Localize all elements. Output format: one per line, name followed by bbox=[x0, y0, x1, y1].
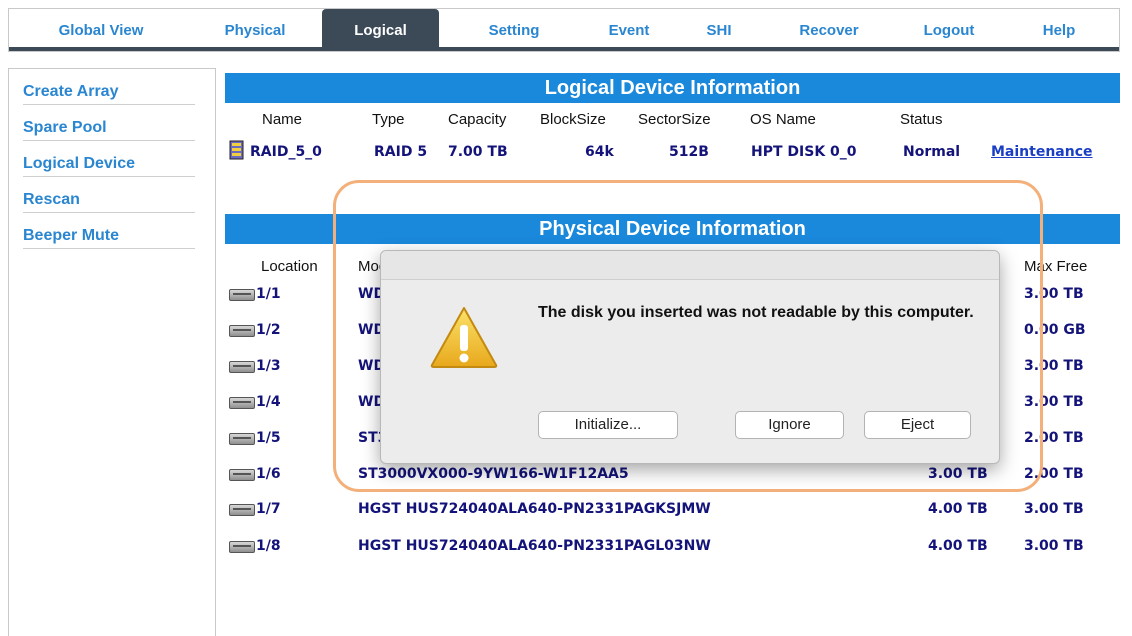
physical-location[interactable]: 1/6 bbox=[256, 466, 281, 482]
tab-global-view[interactable]: Global View bbox=[31, 9, 171, 49]
col-capacity: Capacity bbox=[448, 111, 507, 128]
top-nav: Global View Physical Logical Setting Eve… bbox=[8, 8, 1120, 52]
maintenance-link[interactable]: Maintenance bbox=[991, 144, 1093, 160]
disk-icon bbox=[229, 325, 255, 337]
tab-recover[interactable]: Recover bbox=[774, 9, 884, 49]
physical-model: HGST HUS724040ALA640-PN2331PAGKSJMW bbox=[358, 501, 711, 517]
col-sectorsize: SectorSize bbox=[638, 111, 711, 128]
physical-location[interactable]: 1/2 bbox=[256, 322, 281, 338]
physical-maxfree: 3.00 TB bbox=[1024, 501, 1084, 517]
tab-physical[interactable]: Physical bbox=[205, 9, 305, 49]
tab-help[interactable]: Help bbox=[1019, 9, 1099, 49]
physical-location[interactable]: 1/1 bbox=[256, 286, 281, 302]
col-status: Status bbox=[900, 111, 943, 128]
logical-type: RAID 5 bbox=[374, 144, 428, 160]
sidebar-item-logical-device[interactable]: Logical Device bbox=[23, 141, 195, 177]
disk-icon bbox=[229, 541, 255, 553]
tab-setting[interactable]: Setting bbox=[459, 9, 569, 49]
dialog-message: The disk you inserted was not readable b… bbox=[538, 304, 974, 321]
sidebar-item-beeper-mute[interactable]: Beeper Mute bbox=[23, 213, 195, 249]
sidebar-item-spare-pool[interactable]: Spare Pool bbox=[23, 105, 195, 141]
logical-status: Normal bbox=[903, 144, 961, 160]
physical-capacity: 4.00 TB bbox=[928, 501, 988, 517]
disk-unreadable-dialog: The disk you inserted was not readable b… bbox=[380, 250, 1000, 464]
physical-capacity: 4.00 TB bbox=[928, 538, 988, 554]
col-location: Location bbox=[261, 258, 318, 275]
logical-blocksize: 64k bbox=[585, 144, 614, 160]
logical-sectorsize: 512B bbox=[669, 144, 709, 160]
tab-logout[interactable]: Logout bbox=[899, 9, 999, 49]
initialize-button[interactable]: Initialize... bbox=[538, 411, 678, 439]
logical-osname: HPT DISK 0_0 bbox=[751, 144, 857, 160]
disk-icon bbox=[229, 361, 255, 373]
logical-device-header: Logical Device Information bbox=[225, 73, 1120, 103]
sidebar-item-rescan[interactable]: Rescan bbox=[23, 177, 195, 213]
ignore-button[interactable]: Ignore bbox=[735, 411, 844, 439]
disk-icon bbox=[229, 433, 255, 445]
logical-capacity: 7.00 TB bbox=[448, 144, 508, 160]
physical-location[interactable]: 1/5 bbox=[256, 430, 281, 446]
physical-location[interactable]: 1/8 bbox=[256, 538, 281, 554]
tab-shi[interactable]: SHI bbox=[684, 9, 754, 49]
physical-location[interactable]: 1/4 bbox=[256, 394, 281, 410]
warning-icon bbox=[430, 307, 498, 368]
tab-logical[interactable]: Logical bbox=[322, 9, 439, 49]
disk-icon bbox=[229, 289, 255, 301]
logical-name[interactable]: RAID_5_0 bbox=[250, 144, 322, 160]
disk-icon bbox=[229, 469, 255, 481]
sidebar: Create Array Spare Pool Logical Device R… bbox=[8, 68, 216, 636]
physical-location[interactable]: 1/3 bbox=[256, 358, 281, 374]
tab-event[interactable]: Event bbox=[579, 9, 679, 49]
col-blocksize: BlockSize bbox=[540, 111, 606, 128]
physical-location[interactable]: 1/7 bbox=[256, 501, 281, 517]
col-osname: OS Name bbox=[750, 111, 816, 128]
disk-icon bbox=[229, 504, 255, 516]
sidebar-item-create-array[interactable]: Create Array bbox=[23, 69, 195, 105]
col-name: Name bbox=[262, 111, 303, 128]
raid-array-icon bbox=[229, 140, 244, 160]
physical-model: HGST HUS724040ALA640-PN2331PAGL03NW bbox=[358, 538, 711, 554]
eject-button[interactable]: Eject bbox=[864, 411, 971, 439]
col-type: Type bbox=[372, 111, 405, 128]
physical-maxfree: 3.00 TB bbox=[1024, 538, 1084, 554]
disk-icon bbox=[229, 397, 255, 409]
dialog-titlebar bbox=[381, 251, 999, 280]
